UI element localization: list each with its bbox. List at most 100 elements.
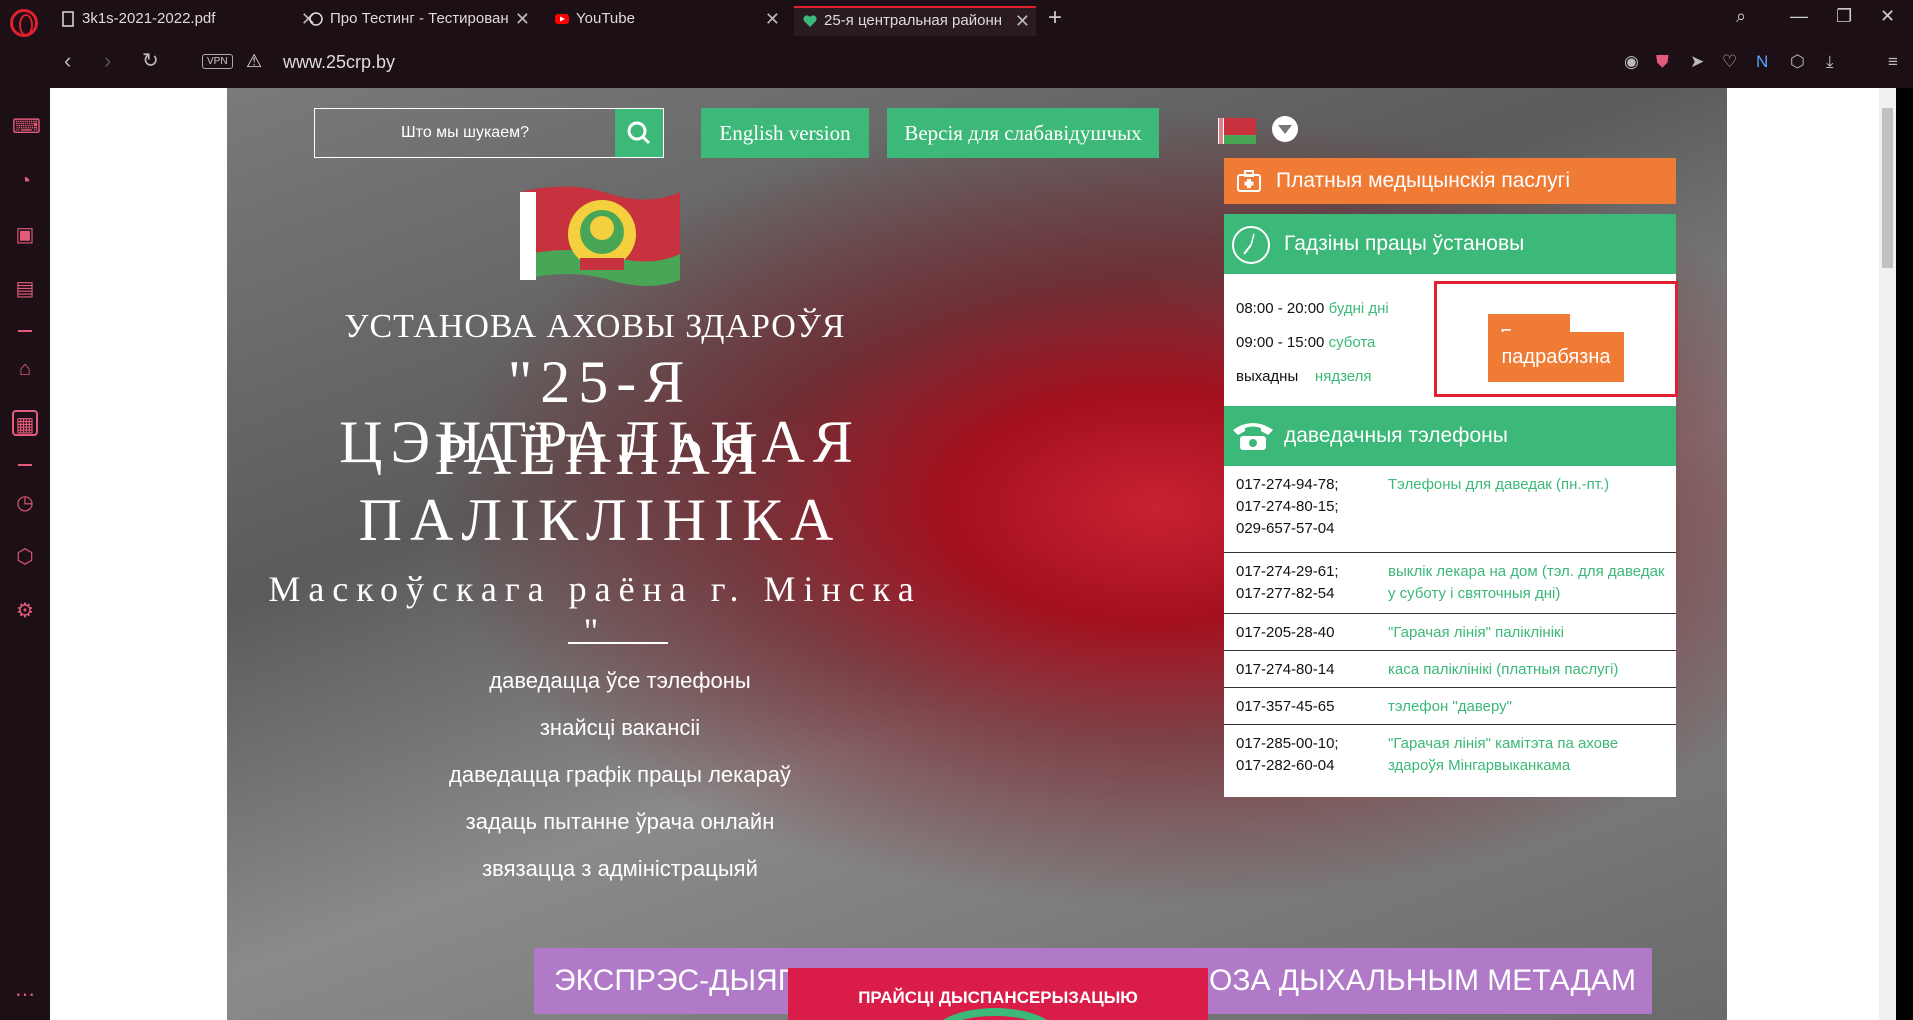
briefcase-icon[interactable]: ▣ [12, 222, 38, 248]
phone-description[interactable]: каса паліклінікі (платныя паслугі) [1388, 659, 1668, 681]
tab-label: YouTube [576, 10, 635, 27]
extension-n-icon[interactable]: N [1756, 52, 1768, 72]
phone-row: 017-274-29-61; 017-277-82-54 выклік лека… [1224, 553, 1676, 614]
document-icon [62, 11, 74, 27]
send-icon[interactable]: ➤ [1690, 52, 1704, 72]
phone-row: 017-357-45-65 тэлефон "даверу" [1224, 688, 1676, 725]
warning-icon[interactable]: ⚠ [246, 51, 262, 72]
scrollbar[interactable] [1879, 88, 1896, 1020]
forward-icon[interactable]: › [104, 48, 111, 74]
hours-weekdays: 08:00 - 20:00 будні дні [1236, 300, 1389, 317]
hours-days: нядзеля [1314, 368, 1372, 385]
phone-numbers: 017-274-80-14 [1236, 661, 1335, 678]
player-icon[interactable]: ▦ [12, 410, 38, 436]
hours-sunday: выхадны нядзеля [1236, 368, 1372, 385]
download-icon[interactable]: ⤓ [1826, 52, 1834, 72]
phone-numbers: 017-205-28-40 [1236, 624, 1335, 641]
search-button[interactable] [615, 109, 663, 157]
paid-services-link[interactable]: Платныя медыцынскія паслугі [1224, 158, 1676, 204]
new-tab-button[interactable]: + [1048, 4, 1062, 32]
tab-pdf[interactable]: 3k1s-2021-2022.pdf ✕ [52, 6, 322, 36]
opera-menu-icon[interactable] [10, 9, 38, 37]
cube-icon[interactable]: ⬡ [1790, 52, 1805, 72]
link-doctors-schedule[interactable]: даведацца графік працы лекараў [350, 762, 890, 788]
site-icon [309, 12, 323, 26]
link-all-phones[interactable]: даведацца ўсе тэлефоны [350, 668, 890, 694]
clock-icon [1232, 226, 1270, 264]
phone-numbers: 017-357-45-65 [1236, 698, 1335, 715]
speedometer-icon[interactable]: ◔ [12, 168, 38, 194]
youtube-icon [555, 14, 569, 24]
close-window-icon[interactable]: ✕ [1880, 6, 1895, 27]
search-tabs-icon[interactable]: ⌕ [1736, 6, 1746, 27]
hours-time: 08:00 - 20:00 [1236, 300, 1325, 317]
phone-description[interactable]: Тэлефоны для даведак (пн.-пт.) [1388, 474, 1668, 496]
accessible-version-button[interactable]: Версія для слабавідушчых [887, 108, 1159, 158]
medkit-icon [1237, 170, 1261, 192]
hero-title-line3: РАЁННАЯ [434, 421, 766, 487]
tab-protesting[interactable]: Про Тестинг - Тестирован ✕ [300, 6, 536, 36]
tab-label: Про Тестинг - Тестирован [330, 10, 509, 27]
more-details-button[interactable]: падрабязна [1488, 332, 1624, 382]
adblock-shield-icon[interactable]: ⛊ [1656, 52, 1669, 72]
hours-time: 09:00 - 15:00 [1236, 334, 1325, 351]
hours-days: будні дні [1328, 300, 1389, 317]
reload-icon[interactable]: ↻ [142, 48, 159, 73]
home-icon[interactable]: ⌂ [12, 356, 38, 382]
belarus-flag-icon[interactable] [1218, 118, 1256, 144]
tab-25crp[interactable]: 25-я центральная районн ✕ [794, 6, 1036, 36]
hours-header: Гадзіны працы ўстановы [1224, 214, 1676, 274]
tab-label: 25-я центральная районн [824, 12, 1003, 29]
phone-numbers: 017-274-94-78; 017-274-80-15; 029-657-57… [1236, 476, 1339, 537]
hero-title-line4: ПАЛІКЛІНІКА [358, 487, 842, 553]
browser-tab-bar: 3k1s-2021-2022.pdf ✕ Про Тестинг - Тести… [0, 0, 1913, 38]
menu-icon[interactable]: ≡ [1888, 52, 1898, 72]
phone-description[interactable]: выклік лекара на дом (тэл. для даведак у… [1388, 561, 1668, 605]
gamepad-icon[interactable]: ⌨ [12, 114, 41, 140]
camera-icon[interactable]: ◉ [1624, 52, 1639, 72]
english-version-button[interactable]: English version [701, 108, 869, 158]
heart-icon [803, 15, 817, 27]
phones-title: даведачныя тэлефоны [1284, 424, 1508, 447]
maximize-icon[interactable]: ❐ [1836, 6, 1852, 27]
info-panel: Гадзіны працы ўстановы 08:00 - 20:00 буд… [1224, 214, 1678, 797]
phone-description[interactable]: "Гарачая лінія" камітэта па ахове здароў… [1388, 733, 1668, 777]
phone-icon [1233, 423, 1273, 450]
web-page: English version Версія для слабавідушчых… [50, 88, 1896, 1020]
phone-row: 017-285-00-10; 017-282-60-04 "Гарачая лі… [1224, 725, 1676, 787]
heart-outline-icon[interactable]: ♡ [1722, 52, 1737, 72]
more-icon[interactable]: ⋯ [12, 982, 38, 1008]
site-search [314, 108, 664, 158]
scrollbar-thumb[interactable] [1882, 108, 1893, 268]
twitch-icon[interactable]: ▤ [12, 276, 38, 302]
divider [18, 464, 32, 466]
divider [568, 642, 668, 644]
paid-services-label: Платныя медыцынскія паслугі [1276, 169, 1570, 192]
link-vacancies[interactable]: знайсці вакансіі [350, 715, 890, 741]
search-input[interactable] [315, 109, 615, 157]
phones-header: даведачныя тэлефоны [1224, 406, 1676, 466]
state-emblem-flag-icon [520, 186, 680, 286]
hours-time: выхадны [1236, 368, 1299, 385]
address-bar: ‹ › ↻ VPN ⚠ www.25crp.by ◉ ⛊ ➤ ♡ N ⬡ ⤓ ≡ [50, 38, 1913, 88]
hero-title-line5: Маскоўскага раёна г. Мінска " [268, 569, 922, 651]
phone-numbers: 017-285-00-10; 017-282-60-04 [1236, 735, 1339, 774]
close-icon[interactable]: ✕ [515, 6, 530, 32]
history-icon[interactable]: ◷ [12, 490, 38, 516]
search-icon [627, 121, 651, 145]
settings-icon[interactable]: ⚙ [12, 598, 38, 624]
vpn-badge[interactable]: VPN [202, 54, 233, 69]
cube-icon[interactable]: ⬡ [12, 544, 38, 570]
language-dropdown[interactable] [1272, 116, 1298, 142]
tab-youtube[interactable]: YouTube ✕ [546, 6, 786, 36]
link-ask-doctor[interactable]: задаць пытанне ўрача онлайн [350, 809, 890, 835]
phone-description[interactable]: тэлефон "даверу" [1388, 696, 1668, 718]
back-icon[interactable]: ‹ [64, 48, 71, 74]
phone-description[interactable]: "Гарачая лінія" паліклінікі [1388, 622, 1668, 644]
minimize-icon[interactable]: — [1790, 6, 1808, 27]
url-field[interactable]: www.25crp.by [283, 52, 395, 73]
close-icon[interactable]: ✕ [1015, 8, 1030, 34]
close-icon[interactable]: ✕ [765, 6, 780, 32]
browser-sidebar: ⌨ ◔ ▣ ▤ ⌂ ▦ ◷ ⬡ ⚙ ⋯ [0, 38, 50, 1020]
link-contact-admin[interactable]: звязацца з адміністрацыяй [350, 856, 890, 882]
